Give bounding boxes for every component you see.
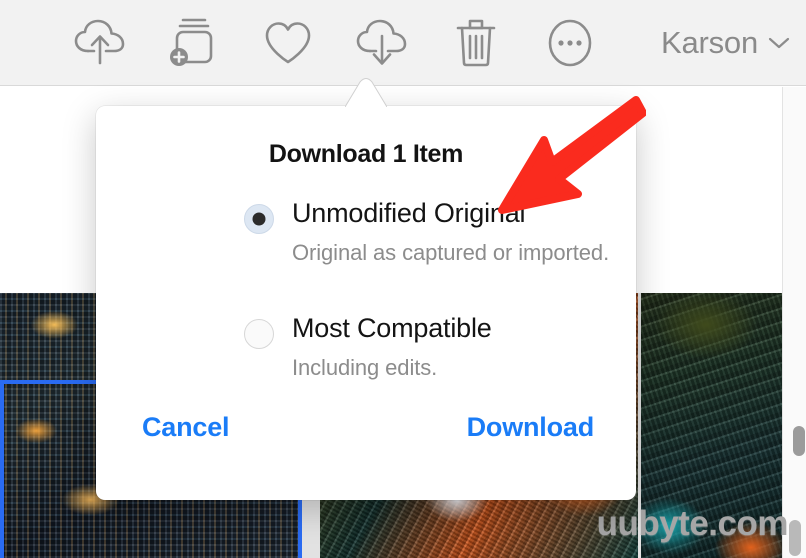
site-watermark: uubyte.com xyxy=(596,504,789,543)
heart-favorite-icon xyxy=(265,22,311,64)
scroll-gutter xyxy=(782,87,806,558)
cancel-button[interactable]: Cancel xyxy=(142,412,230,443)
account-menu[interactable]: Karson xyxy=(661,0,792,86)
delete-button[interactable] xyxy=(446,13,506,73)
download-options-popover: Download 1 Item Unmodified Original Orig… xyxy=(96,106,636,500)
popover-caret-shape xyxy=(345,78,387,107)
popover-caret xyxy=(345,75,387,107)
option-sublabel: Including edits. xyxy=(292,355,438,380)
option-label: Unmodified Original xyxy=(292,198,526,228)
option-sublabel: Original as captured or imported. xyxy=(292,240,610,265)
photos-web-app: uubyte.com Karson Download 1 Item Unmodi… xyxy=(0,0,806,558)
trash-delete-icon xyxy=(456,19,496,67)
toolbar-actions xyxy=(70,0,600,86)
upload-to-cloud-button[interactable] xyxy=(70,13,130,73)
more-options-button[interactable] xyxy=(540,13,600,73)
download-button[interactable]: Download xyxy=(467,412,595,443)
account-name-label: Karson xyxy=(660,25,758,60)
more-options-icon xyxy=(548,19,592,67)
upload-to-cloud-icon xyxy=(74,19,125,65)
favorite-button[interactable] xyxy=(258,13,318,73)
popover-actions: Cancel Download xyxy=(96,412,636,462)
download-from-cloud-icon xyxy=(356,19,407,65)
chevron-down-icon xyxy=(768,37,790,49)
add-to-album-button[interactable] xyxy=(164,13,224,73)
scrollbar-thumb[interactable] xyxy=(793,426,805,456)
download-from-cloud-button[interactable] xyxy=(352,13,412,73)
radio-most-compatible[interactable] xyxy=(244,319,274,349)
option-label: Most Compatible xyxy=(292,313,492,343)
scrollbar-thumb-bottom[interactable] xyxy=(789,520,801,556)
top-toolbar: Karson xyxy=(0,0,806,86)
radio-unmodified-original[interactable] xyxy=(244,204,274,234)
popover-title: Download 1 Item xyxy=(268,140,464,168)
add-to-album-icon xyxy=(170,18,213,66)
